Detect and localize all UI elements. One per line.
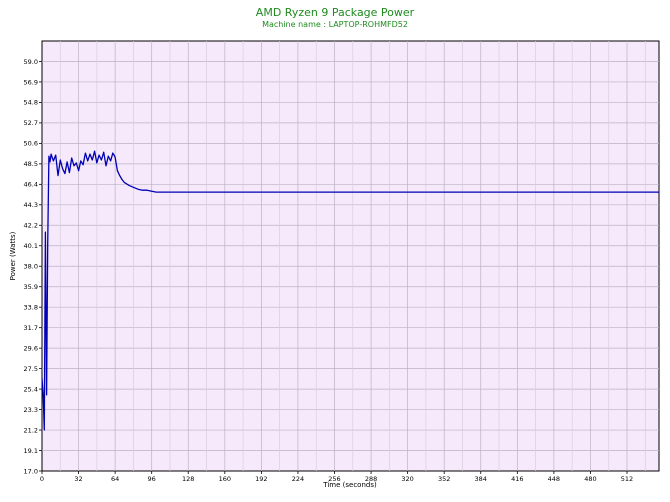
x-tick-label: 448 [548,475,560,483]
x-tick-label: 512 [621,475,633,483]
x-tick-label: 224 [292,475,304,483]
chart-root: AMD Ryzen 9 Package Power Machine name :… [0,0,670,502]
x-tick-label: 64 [111,475,119,483]
y-tick-label: 21.2 [24,426,38,434]
x-tick-label: 352 [438,475,450,483]
x-tick-label: 96 [148,475,156,483]
y-tick-label: 29.6 [24,344,38,352]
y-tick-label: 33.8 [24,303,38,311]
y-tick-label: 31.7 [24,324,38,332]
y-tick-label: 23.3 [24,406,38,414]
x-tick-label: 192 [255,475,267,483]
y-tick-label: 56.9 [24,78,38,86]
chart-subtitle: Machine name : LAPTOP-ROHMFD52 [262,20,408,29]
x-tick-label: 160 [219,475,231,483]
y-tick-label: 27.5 [24,365,38,373]
plot-area [41,40,660,472]
y-tick-label: 40.1 [24,242,38,250]
x-tick-label: 320 [401,475,413,483]
y-tick-label: 46.4 [24,181,38,189]
x-tick-label: 128 [182,475,194,483]
y-tick-label: 35.9 [24,283,38,291]
y-tick-label: 50.6 [24,140,38,148]
chart-title: AMD Ryzen 9 Package Power [256,6,415,19]
y-tick-label: 42.2 [24,222,38,230]
y-tick-label: 19.1 [24,447,38,455]
x-tick-label: 0 [40,475,44,483]
y-tick-label: 38.0 [24,263,38,271]
y-tick-label: 17.0 [24,467,38,475]
y-axis-ticks: 17.0 19.1 21.2 23.3 25.4 27.5 29.6 31.7 33.8 35.9… [24,58,42,475]
x-tick-label: 384 [475,475,487,483]
x-tick-label: 32 [74,475,82,483]
y-axis-label: Power (Watts) [9,231,17,280]
x-tick-label: 416 [511,475,523,483]
x-axis-label: Time (seconds) [322,481,377,489]
y-tick-label: 52.7 [24,119,38,127]
x-tick-label: 480 [584,475,596,483]
y-tick-label: 48.5 [24,160,38,168]
power-chart: AMD Ryzen 9 Package Power Machine name :… [9,6,660,489]
y-tick-label: 54.8 [24,99,38,107]
y-tick-label: 59.0 [24,58,38,66]
y-tick-label: 44.3 [24,201,38,209]
y-tick-label: 25.4 [24,385,38,393]
